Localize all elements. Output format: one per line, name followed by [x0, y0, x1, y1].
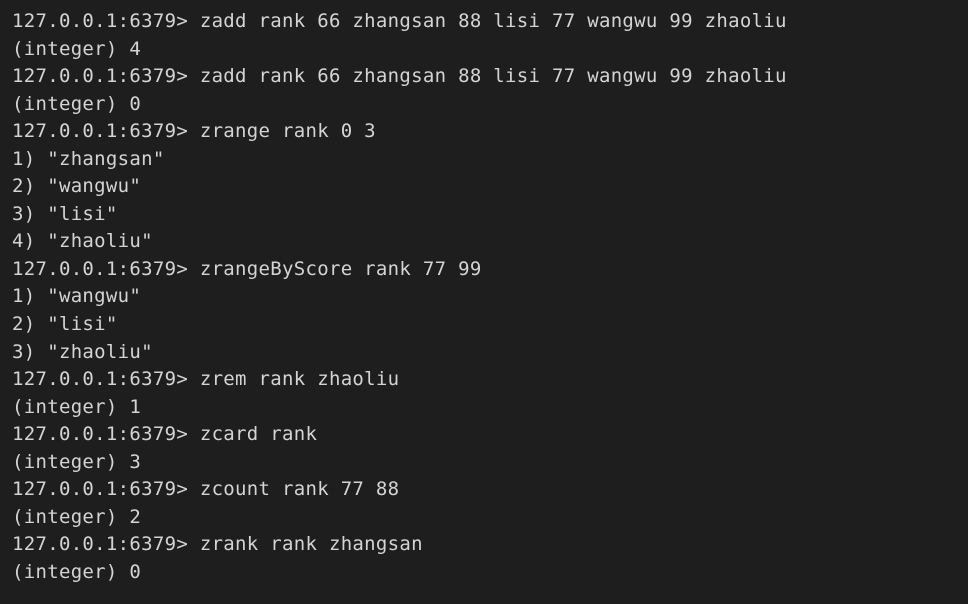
terminal-output: 1) "zhangsan": [12, 148, 165, 170]
terminal-line: 127.0.0.1:6379> zrem rank zhaoliu: [12, 366, 956, 394]
terminal-window[interactable]: 127.0.0.1:6379> zadd rank 66 zhangsan 88…: [12, 8, 956, 586]
terminal-line: 4) "zhaoliu": [12, 228, 956, 256]
terminal-prompt: 127.0.0.1:6379>: [12, 65, 200, 87]
terminal-line: (integer) 2: [12, 504, 956, 532]
terminal-command: zrangeByScore rank 77 99: [200, 258, 482, 280]
terminal-line: 127.0.0.1:6379> zrangeByScore rank 77 99: [12, 256, 956, 284]
terminal-line: 3) "lisi": [12, 201, 956, 229]
terminal-output: (integer) 4: [12, 38, 141, 60]
terminal-prompt: 127.0.0.1:6379>: [12, 533, 200, 555]
terminal-line: 127.0.0.1:6379> zadd rank 66 zhangsan 88…: [12, 63, 956, 91]
terminal-output: (integer) 1: [12, 396, 141, 418]
terminal-line: 1) "zhangsan": [12, 146, 956, 174]
terminal-command: zrank rank zhangsan: [200, 533, 423, 555]
terminal-prompt: 127.0.0.1:6379>: [12, 120, 200, 142]
terminal-line: (integer) 0: [12, 91, 956, 119]
terminal-output: 2) "lisi": [12, 313, 118, 335]
terminal-line: 1) "wangwu": [12, 283, 956, 311]
terminal-output: (integer) 2: [12, 506, 141, 528]
terminal-output: 4) "zhaoliu": [12, 230, 153, 252]
terminal-line: (integer) 0: [12, 559, 956, 587]
terminal-output: 3) "zhaoliu": [12, 341, 153, 363]
terminal-command: zcount rank 77 88: [200, 478, 400, 500]
terminal-output: (integer) 0: [12, 561, 141, 583]
terminal-line: 127.0.0.1:6379> zrange rank 0 3: [12, 118, 956, 146]
terminal-output: 1) "wangwu": [12, 285, 141, 307]
terminal-output: (integer) 3: [12, 451, 141, 473]
terminal-line: 3) "zhaoliu": [12, 339, 956, 367]
terminal-prompt: 127.0.0.1:6379>: [12, 10, 200, 32]
terminal-command: zrange rank 0 3: [200, 120, 376, 142]
terminal-line: (integer) 1: [12, 394, 956, 422]
terminal-prompt: 127.0.0.1:6379>: [12, 478, 200, 500]
terminal-output: (integer) 0: [12, 93, 141, 115]
terminal-line: 127.0.0.1:6379> zcount rank 77 88: [12, 476, 956, 504]
terminal-line: 127.0.0.1:6379> zcard rank: [12, 421, 956, 449]
terminal-command: zadd rank 66 zhangsan 88 lisi 77 wangwu …: [200, 10, 787, 32]
terminal-line: (integer) 4: [12, 36, 956, 64]
terminal-command: zcard rank: [200, 423, 317, 445]
terminal-prompt: 127.0.0.1:6379>: [12, 423, 200, 445]
terminal-line: 2) "lisi": [12, 311, 956, 339]
terminal-output: 3) "lisi": [12, 203, 118, 225]
terminal-line: 127.0.0.1:6379> zadd rank 66 zhangsan 88…: [12, 8, 956, 36]
terminal-prompt: 127.0.0.1:6379>: [12, 258, 200, 280]
terminal-command: zadd rank 66 zhangsan 88 lisi 77 wangwu …: [200, 65, 787, 87]
terminal-prompt: 127.0.0.1:6379>: [12, 368, 200, 390]
terminal-command: zrem rank zhaoliu: [200, 368, 400, 390]
terminal-line: 127.0.0.1:6379> zrank rank zhangsan: [12, 531, 956, 559]
terminal-output: 2) "wangwu": [12, 175, 141, 197]
terminal-line: (integer) 3: [12, 449, 956, 477]
terminal-line: 2) "wangwu": [12, 173, 956, 201]
